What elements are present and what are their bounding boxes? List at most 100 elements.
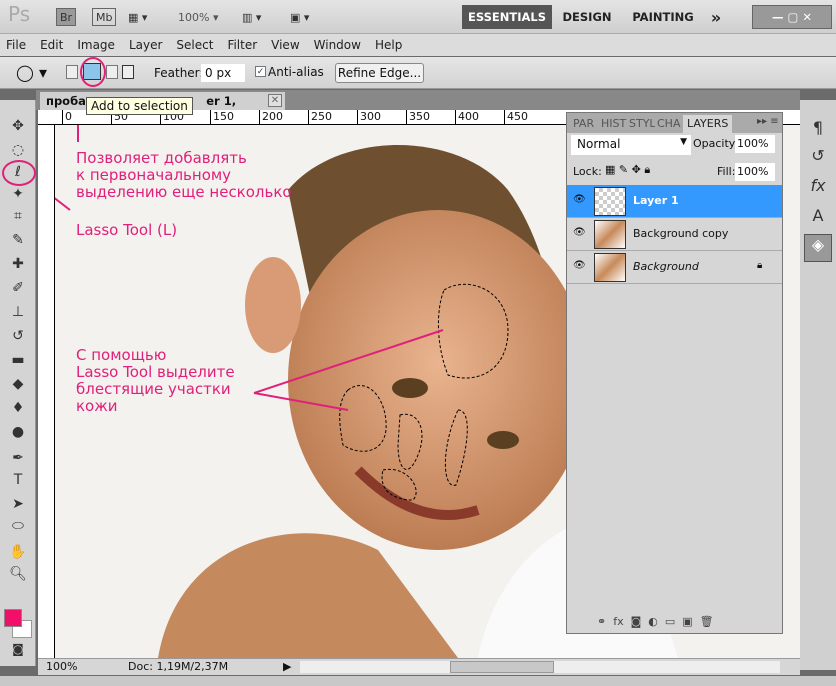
ruler-label: 0 — [62, 110, 72, 125]
ruler-label: 400 — [455, 110, 479, 125]
quick-selection-tool-icon[interactable]: ✦ — [7, 186, 29, 206]
menu-file[interactable]: File — [6, 38, 26, 52]
shape-tool-icon[interactable]: ⬭ — [7, 518, 29, 538]
blur-tool-icon[interactable]: ♦ — [7, 400, 29, 420]
lock-icons[interactable]: ▦ ✎ ✥ 🔒︎ — [605, 163, 650, 177]
foreground-color-swatch[interactable] — [4, 609, 22, 627]
history-brush-icon[interactable]: ↺ — [7, 328, 29, 348]
blend-mode-dropdown[interactable]: Normal ▼ — [571, 135, 691, 155]
annotation-line: Lasso Tool выделите — [76, 363, 235, 381]
marquee-tool-icon[interactable]: ◌ — [7, 142, 29, 162]
move-tool-icon[interactable]: ✥ — [7, 118, 29, 138]
annotation-line: С помощью — [76, 346, 167, 364]
fill-input[interactable]: 100% — [735, 163, 775, 181]
layer-name: Background — [633, 260, 699, 273]
blend-mode-value: Normal — [577, 137, 621, 151]
menu-edit[interactable]: Edit — [40, 38, 63, 52]
bridge-button[interactable]: Br — [56, 8, 77, 26]
more-workspaces-button[interactable]: » — [704, 5, 728, 29]
quick-mask-icon[interactable]: ◙ — [7, 642, 29, 662]
layer-thumbnail — [594, 253, 626, 282]
document-tab-title: проба. — [46, 94, 91, 108]
feather-input[interactable]: 0 px — [201, 64, 245, 82]
fill-label: Fill: — [717, 165, 736, 178]
menu-layer[interactable]: Layer — [129, 38, 162, 52]
mini-bridge-button[interactable]: Mb — [92, 8, 117, 26]
history-icon[interactable]: ↺ — [804, 146, 832, 174]
eraser-tool-icon[interactable]: ▬ — [7, 352, 29, 372]
visibility-eye-icon[interactable]: 👁︎ — [573, 194, 586, 206]
annotation-line: блестящие участки — [76, 380, 231, 398]
annotation-lasso-tool: Lasso Tool (L) — [76, 221, 178, 239]
layer-name: Layer 1 — [633, 194, 679, 207]
menu-view[interactable]: View — [271, 38, 299, 52]
opacity-input[interactable]: 100% — [735, 135, 775, 153]
clone-stamp-icon[interactable]: ⊥ — [7, 304, 29, 324]
new-selection-icon[interactable] — [66, 65, 78, 79]
arrange-documents-button[interactable]: ▥ ▾ — [242, 8, 261, 26]
layer-row-layer-1[interactable]: 👁︎ Layer 1 — [567, 185, 782, 218]
workspace-essentials[interactable]: ESSENTIALS — [462, 5, 552, 29]
pen-tool-icon[interactable]: ✒ — [7, 450, 29, 470]
intersect-selection-icon[interactable] — [122, 65, 134, 79]
path-selection-icon[interactable]: ➤ — [7, 496, 29, 516]
paragraph-icon[interactable]: ¶ — [804, 118, 832, 146]
menu-image[interactable]: Image — [77, 38, 115, 52]
lasso-preset-picker[interactable]: ◯ ▾ — [16, 63, 47, 82]
view-extras-button[interactable]: ▦ ▾ — [128, 8, 147, 26]
application-bar: Ps Br Mb ▦ ▾ 100% ▾ ▥ ▾ ▣ ▾ ESSENTIALS D… — [0, 0, 836, 34]
horizontal-scrollbar[interactable] — [300, 661, 780, 673]
annotation-line: к первоначальному — [76, 166, 232, 184]
window-controls[interactable]: — ▢ ✕ — [752, 5, 832, 29]
tools-panel: ✥ ◌ ℓ ✦ ⌗ ✎ ✚ ✐ ⊥ ↺ ▬ ◆ ♦ ● ✒ T ➤ ⬭ ✋ 🔍︎… — [0, 100, 36, 666]
workspace-painting[interactable]: PAINTING — [628, 5, 698, 29]
dodge-tool-icon[interactable]: ● — [7, 424, 29, 444]
styles-fx-icon[interactable]: fx — [804, 176, 832, 204]
zoom-readout[interactable]: 100% — [46, 660, 77, 673]
status-menu-arrow[interactable]: ▶ — [283, 660, 291, 673]
visibility-eye-icon[interactable]: 👁︎ — [573, 260, 586, 272]
layer-row-background[interactable]: 👁︎ Background 🔒︎ — [567, 251, 782, 284]
scrollbar-thumb[interactable] — [450, 661, 554, 673]
menu-window[interactable]: Window — [314, 38, 361, 52]
character-icon[interactable]: A — [804, 206, 832, 234]
ruler-label: 150 — [210, 110, 234, 125]
tab-styles[interactable]: STYL — [629, 115, 655, 133]
close-tab-icon[interactable]: ✕ — [268, 94, 282, 107]
subtract-from-selection-icon[interactable] — [106, 65, 118, 79]
type-tool-icon[interactable]: T — [7, 472, 29, 492]
status-bar: 100% Doc: 1,19M/2,37M ▶ — [38, 658, 800, 675]
menu-bar: File Edit Image Layer Select Filter View… — [0, 34, 836, 56]
zoom-level-dropdown[interactable]: 100% ▾ — [178, 8, 218, 26]
layers-footer-buttons[interactable]: ⚭ fx ◙ ◐ ▭ ▣ 🗑︎ — [567, 613, 782, 633]
layer-row-background-copy[interactable]: 👁︎ Background copy — [567, 218, 782, 251]
anti-alias-label: Anti-alias — [268, 65, 324, 79]
anti-alias-checkbox[interactable]: ✓ — [255, 66, 266, 77]
tab-layers[interactable]: LAYERS — [683, 115, 733, 133]
workspace-design[interactable]: DESIGN — [556, 5, 618, 29]
layer-thumbnail — [594, 220, 626, 249]
menu-select[interactable]: Select — [176, 38, 213, 52]
paint-bucket-icon[interactable]: ◆ — [7, 376, 29, 396]
panel-menu-icon[interactable]: ▸▸ ≡ — [757, 116, 779, 127]
refine-edge-button[interactable]: Refine Edge... — [335, 63, 424, 83]
brush-tool-icon[interactable]: ✐ — [7, 280, 29, 300]
menu-filter[interactable]: Filter — [227, 38, 257, 52]
healing-brush-icon[interactable]: ✚ — [7, 256, 29, 276]
visibility-eye-icon[interactable]: 👁︎ — [573, 227, 586, 239]
eyedropper-tool-icon[interactable]: ✎ — [7, 232, 29, 252]
lasso-highlight-circle — [2, 160, 36, 186]
annotation-line: кожи — [76, 397, 118, 415]
hand-tool-icon[interactable]: ✋ — [7, 544, 29, 564]
screen-mode-button[interactable]: ▣ ▾ — [290, 8, 309, 26]
tab-paragraph[interactable]: PAR — [573, 115, 594, 133]
ruler-label: 300 — [357, 110, 381, 125]
tab-history[interactable]: HIST — [601, 115, 626, 133]
layers-icon[interactable]: ◈ — [804, 234, 832, 262]
zoom-tool-icon[interactable]: 🔍︎ — [7, 566, 29, 586]
menu-help[interactable]: Help — [375, 38, 402, 52]
feather-label: Feather: — [154, 66, 204, 80]
crop-tool-icon[interactable]: ⌗ — [7, 208, 29, 228]
layer-thumbnail — [594, 187, 626, 216]
tab-channels[interactable]: CHA — [657, 115, 680, 133]
